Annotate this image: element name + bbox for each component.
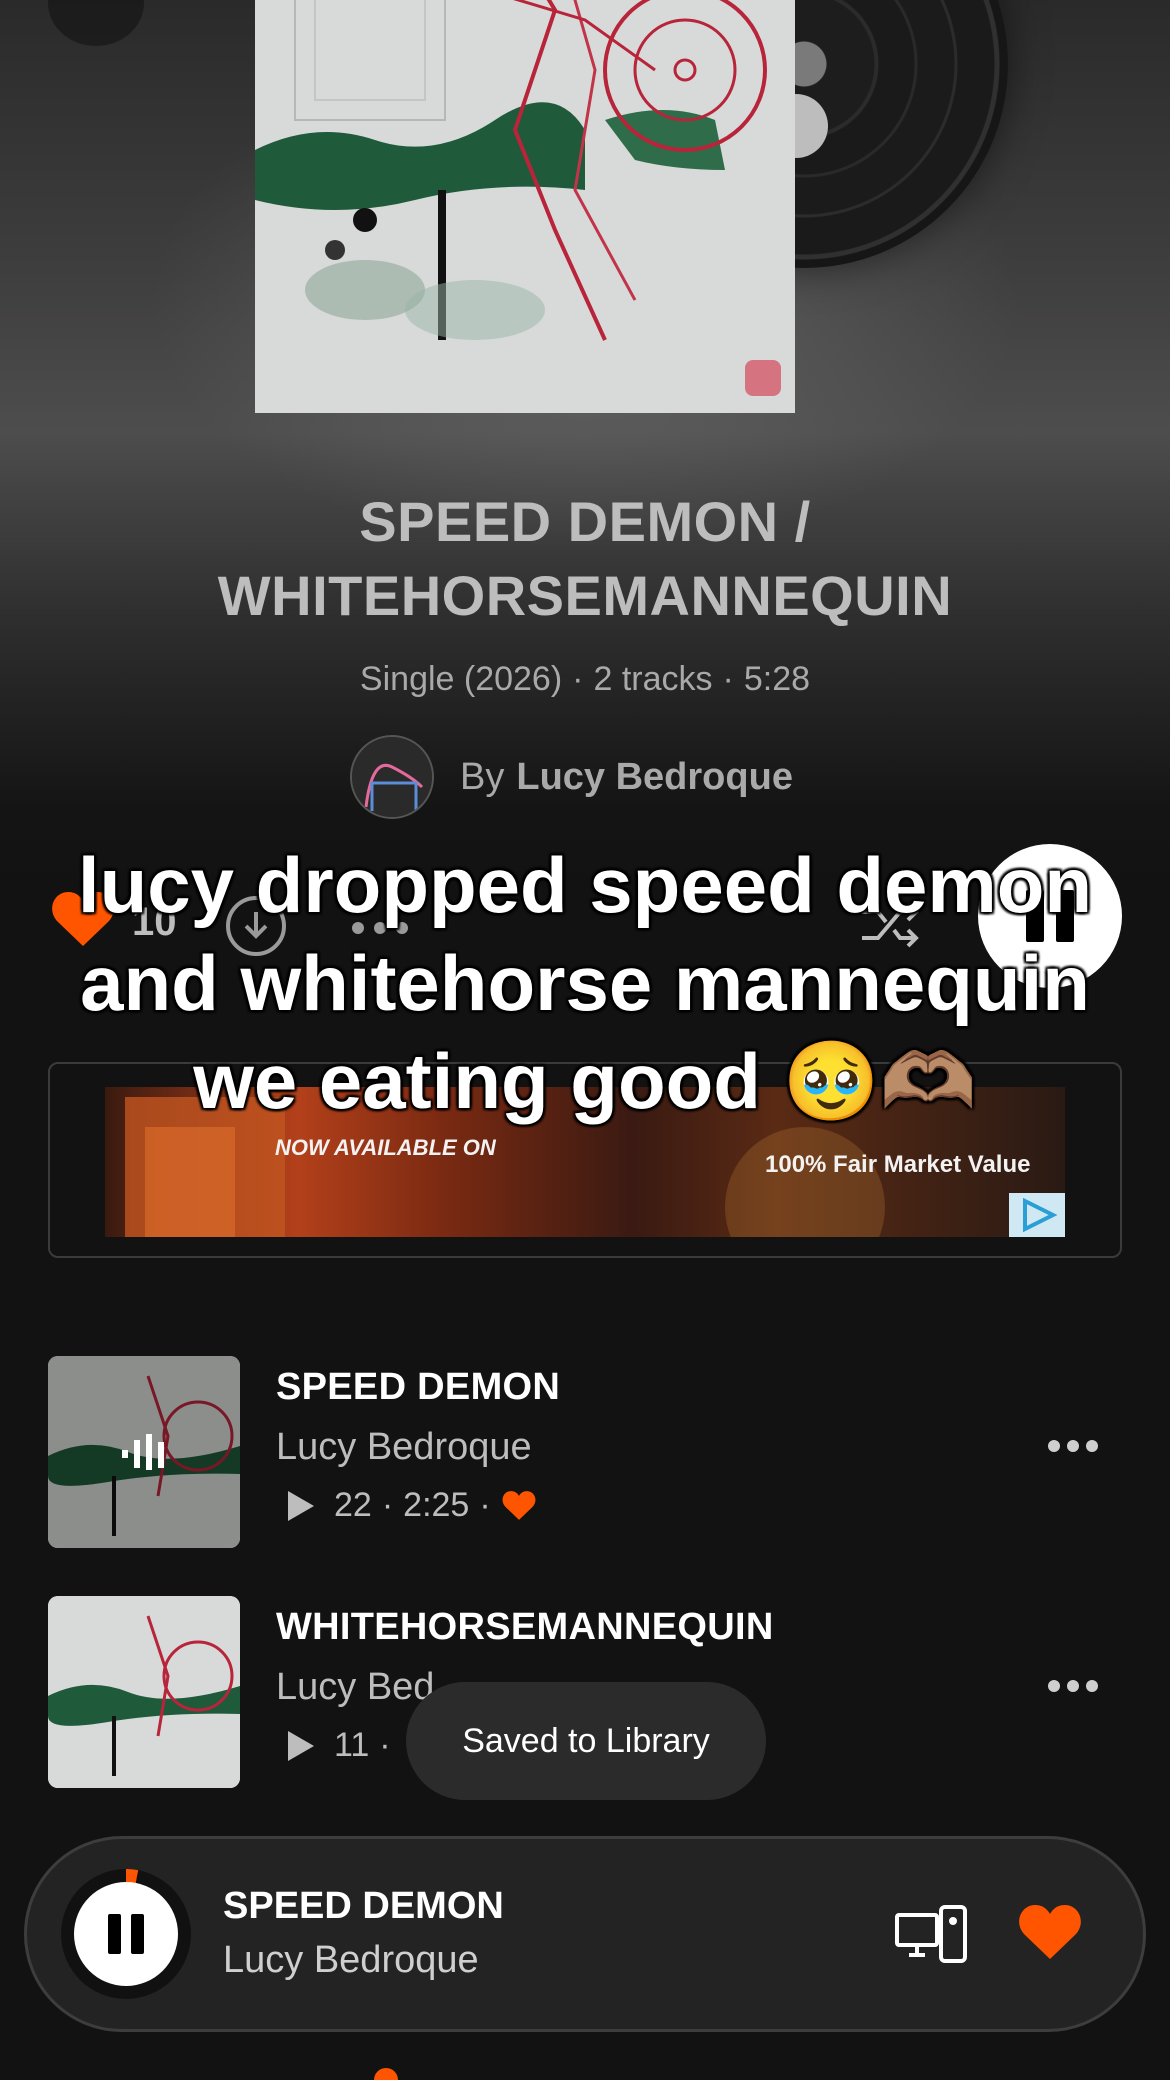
track-stats: 22 · 2:25 · xyxy=(286,1486,537,1525)
album-cover xyxy=(255,0,795,413)
separator-dot: · xyxy=(479,1486,491,1524)
separator-dot: · xyxy=(381,1486,394,1524)
heart-icon[interactable] xyxy=(1017,1903,1083,1963)
artist-link[interactable]: By Lucy Bedroque xyxy=(350,735,870,819)
album-title-line-1: SPEED DEMON / xyxy=(359,490,811,553)
separator-dot: · xyxy=(572,660,584,698)
track-more-button[interactable] xyxy=(1048,1680,1098,1694)
ad-choices-icon[interactable] xyxy=(1009,1193,1065,1237)
play-icon xyxy=(288,1730,314,1761)
track-artist: Lucy Bed xyxy=(276,1666,435,1708)
track-title: WHITEHORSEMANNEQUIN xyxy=(276,1606,774,1648)
heart-icon xyxy=(502,1490,536,1520)
back-button[interactable] xyxy=(48,0,144,46)
album-art xyxy=(255,0,795,413)
tab-indicator-dot xyxy=(374,2068,398,2080)
artist-avatar xyxy=(350,735,434,819)
ad-text-left: NOW AVAILABLE ON xyxy=(275,1135,496,1160)
saved-toast: Saved to Library xyxy=(406,1682,766,1800)
mini-pause-button[interactable] xyxy=(74,1882,178,1986)
track-play-count: 11 xyxy=(334,1726,370,1764)
ad-text-right: 100% Fair Market Value xyxy=(765,1151,1031,1178)
track-thumbnail xyxy=(48,1596,240,1788)
album-type-year: Single (2026) xyxy=(359,660,563,698)
album-title: SPEED DEMON / WHITEHORSEMANNEQUIN xyxy=(100,485,1070,633)
progress-ring xyxy=(61,1869,191,1999)
artist-name: Lucy Bedroque xyxy=(516,755,793,798)
mini-player-artist: Lucy Bedroque xyxy=(223,1939,479,1981)
album-meta: Single (2026) · 2 tracks · 5:28 xyxy=(100,660,1070,699)
video-caption: lucy dropped speed demon and whitehorse … xyxy=(77,841,1093,1125)
track-artist: Lucy Bedroque xyxy=(276,1426,532,1468)
mini-player-title: SPEED DEMON xyxy=(223,1885,504,1927)
track-thumbnail xyxy=(48,1356,240,1548)
track-more-button[interactable] xyxy=(1048,1440,1098,1454)
artist-by-label: By xyxy=(460,755,505,798)
album-duration: 5:28 xyxy=(743,660,811,698)
back-arrow-icon xyxy=(48,0,144,46)
album-title-line-2: WHITEHORSEMANNEQUIN xyxy=(217,564,953,627)
track-title: SPEED DEMON xyxy=(276,1366,561,1408)
album-track-count: 2 tracks xyxy=(593,660,713,698)
cast-device-icon[interactable] xyxy=(895,1905,967,1965)
play-icon xyxy=(288,1490,314,1521)
track-row[interactable]: SPEED DEMON Lucy Bedroque 22 · 2:25 · xyxy=(48,1356,1122,1548)
track-duration: 2:25 xyxy=(403,1486,470,1524)
now-playing-icon xyxy=(122,1434,164,1470)
separator-dot: · xyxy=(379,1726,391,1764)
track-play-count: 22 xyxy=(334,1486,372,1524)
track-stats: 11 · xyxy=(286,1726,401,1765)
separator-dot: · xyxy=(722,660,734,698)
mini-player[interactable]: SPEED DEMON Lucy Bedroque xyxy=(24,1836,1146,2032)
